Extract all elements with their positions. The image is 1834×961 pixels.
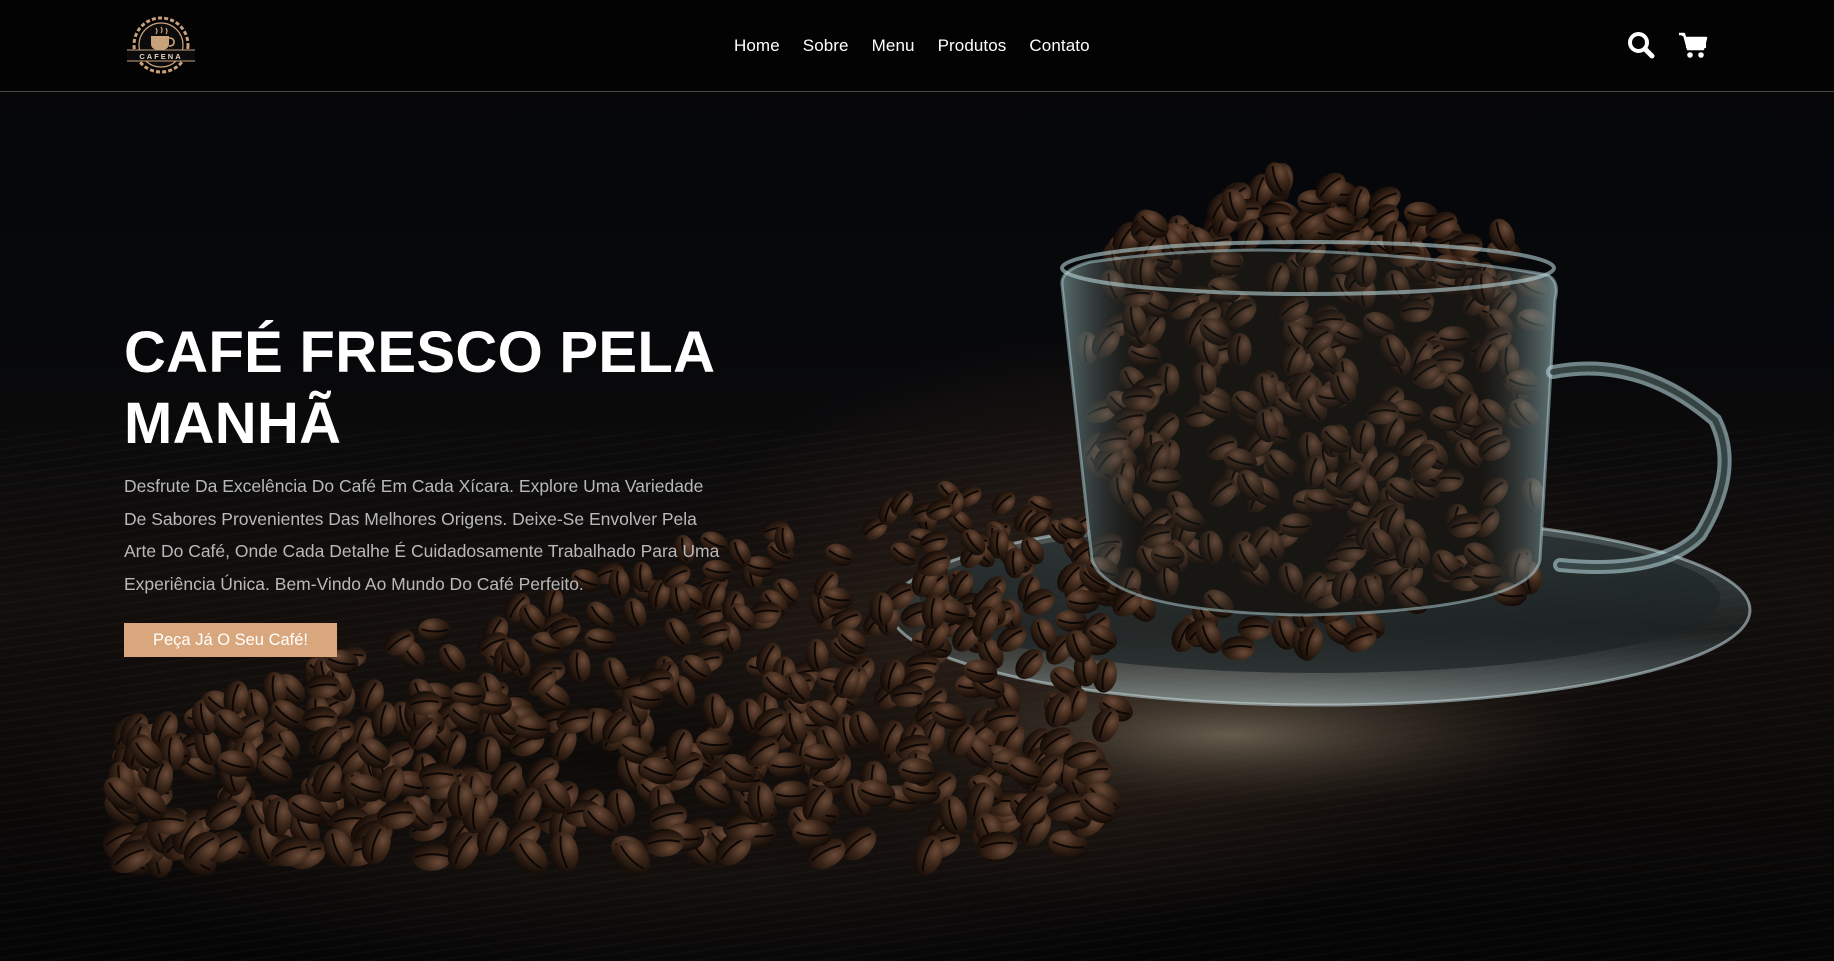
hero-title: CAFÉ FRESCO PELA MANHÃ [124,320,714,456]
coffee-bean [825,543,854,566]
nav-item-sobre[interactable]: Sobre [803,36,849,56]
coffee-bean [869,592,894,627]
order-coffee-button[interactable]: Peça Já O Seu Café! [124,623,338,657]
logo-text: CAFENA [139,52,182,61]
nav-item-contato[interactable]: Contato [1029,36,1089,56]
header-actions [1627,31,1708,59]
nav-item-produtos[interactable]: Produtos [938,36,1007,56]
search-icon[interactable] [1627,31,1657,59]
coffee-bean [767,752,806,778]
site-header: CAFENA Home Sobre Menu Produtos Contato [0,0,1834,92]
nav-item-menu[interactable]: Menu [872,36,915,56]
main-nav: Home Sobre Menu Produtos Contato [734,36,1090,56]
hero-description: Desfrute Da Excelência Do Café Em Cada X… [124,476,720,594]
cart-icon[interactable] [1678,31,1708,59]
hero-section: CAFÉ FRESCO PELA MANHÃ Desfrute Da Excel… [124,317,744,657]
cafena-logo[interactable]: CAFENA [123,14,199,76]
coffee-bean [991,491,1016,516]
nav-item-home[interactable]: Home [734,36,780,56]
logo-emblem-icon: CAFENA [127,16,195,74]
